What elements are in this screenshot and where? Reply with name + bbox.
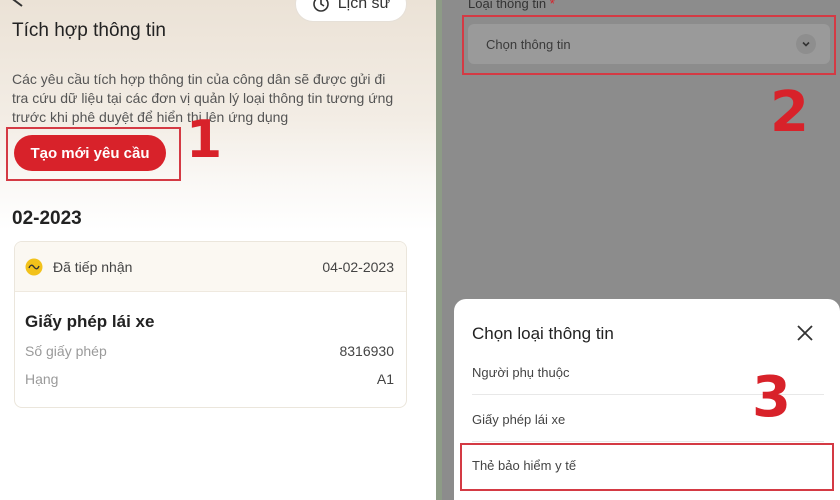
divider (472, 441, 824, 442)
history-icon (312, 0, 330, 13)
field-label: Loại thông tin * (468, 0, 555, 11)
card-row: Số giấy phép 8316930 (25, 343, 394, 359)
card-title: Giấy phép lái xe (25, 312, 155, 331)
left-screen: Lịch sử Tích hợp thông tin Các yêu cầu t… (0, 0, 436, 500)
highlight-box-option (460, 443, 834, 491)
sheet-title: Chọn loại thông tin (472, 324, 614, 343)
status-icon (25, 258, 43, 276)
step-number-1: 1 (186, 110, 223, 170)
card-row: Hạng A1 (25, 371, 394, 387)
page-title: Tích hợp thông tin (12, 20, 166, 41)
back-arrow-icon[interactable] (10, 0, 26, 8)
right-screen: Loại thông tin * Chọn thông tin 2 Chọn l… (442, 0, 840, 500)
highlight-box-new-request (6, 127, 181, 181)
step-number-2: 2 (770, 80, 809, 145)
field-label-text: Loại thông tin (468, 0, 547, 11)
step-number-3: 3 (752, 365, 791, 430)
history-button[interactable]: Lịch sử (295, 0, 407, 22)
card-date: 04-02-2023 (322, 258, 394, 275)
row-key: Số giấy phép (25, 343, 107, 359)
row-key: Hạng (25, 371, 59, 387)
bottom-sheet: Chọn loại thông tin Người phụ thuộc Giấy… (454, 299, 840, 500)
status-text: Đã tiếp nhận (53, 258, 133, 275)
row-value: 8316930 (339, 343, 394, 359)
history-label: Lịch sử (337, 0, 391, 12)
card-header: Đã tiếp nhận 04-02-2023 (15, 242, 406, 292)
highlight-box-select (462, 15, 836, 75)
month-heading: 02-2023 (12, 208, 82, 229)
close-icon[interactable] (796, 324, 814, 342)
row-value: A1 (376, 371, 394, 387)
request-card[interactable]: Đã tiếp nhận 04-02-2023 Giấy phép lái xe… (14, 241, 407, 408)
required-mark: * (549, 0, 555, 11)
